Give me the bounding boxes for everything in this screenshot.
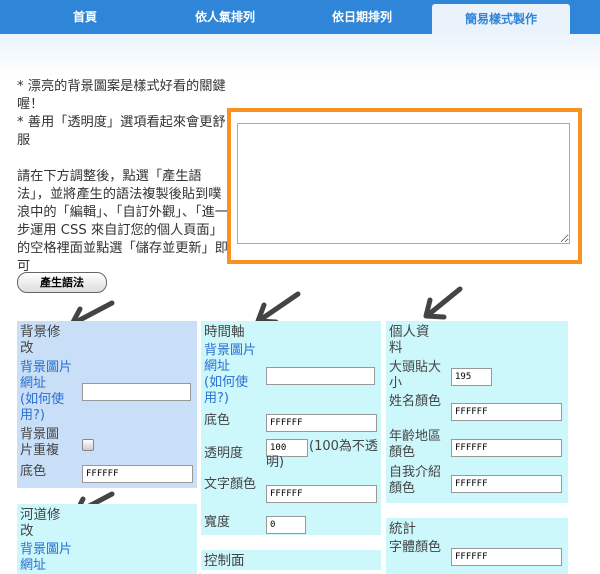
name-color-label: 姓名顏色 [389,394,442,409]
control-panel: 控制面 [201,550,381,570]
tab-label: 簡易樣式製作 [464,12,537,26]
bg-image-url-input[interactable] [82,383,191,401]
timeline-text-color-label: 文字顏色 [204,477,257,492]
timeline-text-color-input[interactable]: FFFFFF [266,485,377,503]
stats-panel: 統計 字體顏色 FFFFFF [386,518,568,574]
opacity-hint: (100為不透明) [266,439,378,470]
bio-color-input[interactable]: FFFFFF [451,475,562,493]
tab-label: 依人氣排列 [194,10,255,24]
code-output-frame [227,108,582,264]
timeline-bg-color-label: 底色 [204,413,231,428]
avatar-size-input[interactable]: 195 [451,368,492,386]
age-location-color-input[interactable]: FFFFFF [451,439,562,457]
how-to-link[interactable]: (如何使用?) [204,375,256,407]
opacity-label: 透明度 [204,446,244,461]
tip-background: * 漂亮的背景圖案是樣式好看的關鍵喔！ [17,79,226,112]
river-panel: 河道修改 背景圖片網址 [17,504,197,574]
bg-color-label: 底色 [20,464,47,479]
arrow-icon [423,286,463,320]
instructions: 請在下方調整後，點選「產生語法」，並將產生的語法複製後貼到噗浪中的「編輯」、「自… [17,169,228,274]
tab-by-date[interactable]: 依日期排列 [312,0,412,34]
intro-text: * 漂亮的背景圖案是樣式好看的關鍵喔！ * 善用「透明度」選項看起來會更舒服 請… [17,78,233,294]
stats-font-color-label: 字體顏色 [389,540,442,555]
code-output-textarea[interactable] [237,123,570,244]
panel-title: 時間軸 [204,324,245,340]
tab-home[interactable]: 首頁 [40,0,130,34]
tab-label: 首頁 [72,10,97,24]
bg-image-url-label: 背景圖片網址 [20,360,73,391]
avatar-size-label: 大頭貼大小 [389,360,442,391]
tab-by-popularity[interactable]: 依人氣排列 [175,0,275,34]
timeline-image-url-label: 背景圖片網址 [204,343,257,374]
tip-opacity: * 善用「透明度」選項看起來會更舒服 [17,115,226,148]
bg-repeat-checkbox[interactable] [82,439,94,451]
width-label: 寬度 [204,515,231,530]
tab-simple-style-maker[interactable]: 簡易樣式製作 [432,4,570,34]
tab-label: 依日期排列 [331,10,392,24]
panel-title: 統計 [389,521,416,537]
panel-title: 個人資料 [389,324,430,356]
age-location-color-label: 年齡地區顏色 [389,429,442,460]
how-to-link[interactable]: (如何使用?) [20,392,72,424]
timeline-image-url-input[interactable] [266,367,375,385]
name-color-input[interactable]: FFFFFF [451,403,562,421]
width-input[interactable]: 0 [266,516,306,534]
bg-color-input[interactable]: FFFFFF [82,465,193,483]
stats-font-color-input[interactable]: FFFFFF [451,548,562,566]
bg-repeat-label: 背景圖片重複 [20,427,60,458]
panel-title: 控制面 [204,553,245,569]
generate-code-button[interactable]: 產生語法 [17,272,107,293]
background-panel: 背景修改 背景圖片網址 (如何使用?) 背景圖片重複 底色 FFFFFF [17,321,197,488]
top-navigation: 首頁 依人氣排列 依日期排列 簡易樣式製作 [0,0,600,76]
river-image-url-label: 背景圖片網址 [20,542,73,573]
timeline-bg-color-input[interactable]: FFFFFF [266,414,377,432]
panel-title: 背景修改 [20,324,61,356]
bio-color-label: 自我介紹顏色 [389,465,442,496]
panel-title: 河道修改 [20,507,61,539]
profile-panel: 個人資料 大頭貼大小 195 姓名顏色 FFFFFF 年齡地區顏色 FFFFFF… [386,321,568,503]
timeline-panel: 時間軸 背景圖片網址 (如何使用?) 底色 FFFFFF 透明度 100 (10… [201,321,381,535]
